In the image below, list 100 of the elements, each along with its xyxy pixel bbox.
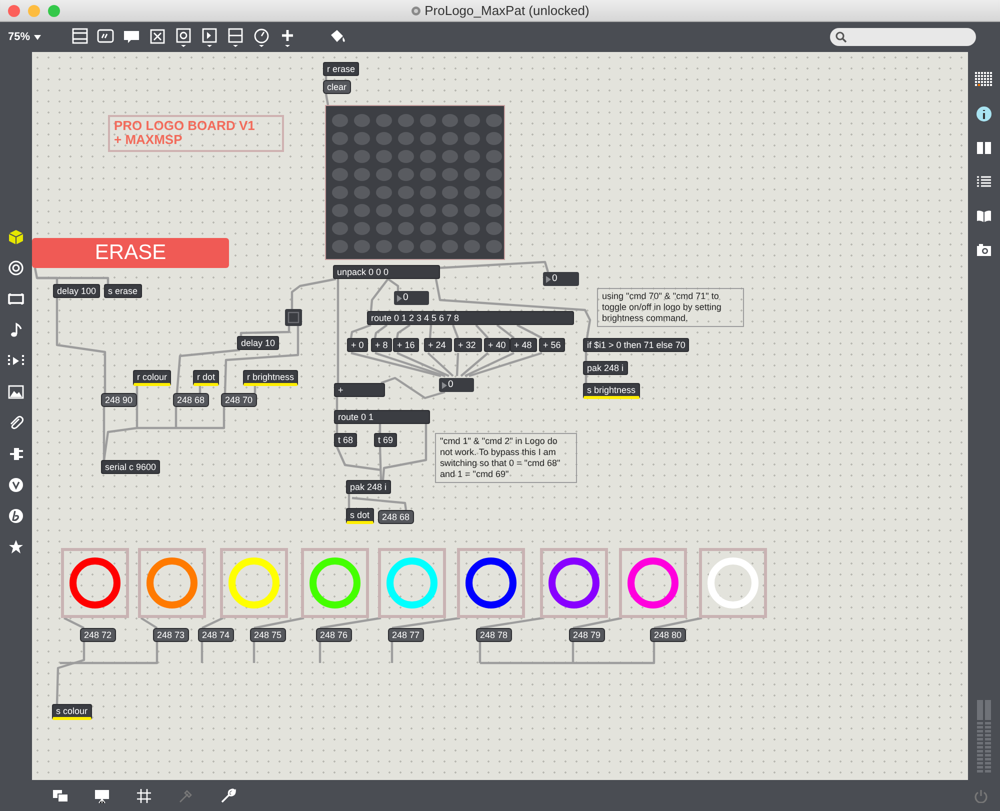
led-matrix[interactable] xyxy=(325,105,505,260)
object-box: r dot xyxy=(193,370,220,386)
object-box: s brightness xyxy=(583,383,640,399)
object-box: pak 248 i xyxy=(346,480,391,494)
colour-swatch[interactable] xyxy=(138,548,206,618)
message-box[interactable]: 248 74 xyxy=(198,628,234,642)
grid-icon[interactable] xyxy=(975,72,993,88)
patch-cord xyxy=(254,616,304,630)
object-box: r colour xyxy=(133,370,172,386)
image-icon[interactable] xyxy=(8,384,24,400)
caret-icon[interactable] xyxy=(34,34,42,40)
patch-cord xyxy=(428,324,432,338)
object-box: unpack 0 0 0 xyxy=(333,265,440,279)
search-field[interactable] xyxy=(830,28,976,46)
patch-cord xyxy=(320,616,382,630)
message-box[interactable]: 248 78 xyxy=(476,628,512,642)
colour-swatch[interactable] xyxy=(61,548,129,618)
message-box[interactable]: 248 73 xyxy=(153,628,189,642)
cube-icon[interactable] xyxy=(8,229,24,245)
colour-swatch[interactable] xyxy=(699,548,767,618)
object-box: t 69 xyxy=(374,433,398,447)
object-box: route 0 1 2 3 4 5 6 7 8 xyxy=(367,311,574,325)
message-box[interactable]: 248 72 xyxy=(80,628,116,642)
message-box[interactable]: 248 90 xyxy=(101,393,137,407)
columns-icon[interactable] xyxy=(976,140,992,156)
v-circle-icon[interactable] xyxy=(8,477,24,493)
book-icon[interactable] xyxy=(976,208,992,224)
music-note-icon[interactable] xyxy=(8,322,24,338)
object-box: delay 100 xyxy=(53,284,100,298)
comment: using "cmd 70" & "cmd 71" to toggle on/off in logo by setting brightness command. xyxy=(597,288,744,327)
search-icon xyxy=(835,31,847,43)
patch-cord xyxy=(324,94,330,106)
patch-cord xyxy=(370,278,400,312)
message-box[interactable]: 248 76 xyxy=(316,628,352,642)
b-circle-icon[interactable] xyxy=(8,508,24,524)
patch-cord xyxy=(392,616,460,630)
film-strip-icon[interactable] xyxy=(8,291,24,307)
colour-swatch[interactable] xyxy=(457,548,525,618)
patch-cord xyxy=(350,324,372,338)
document-icon xyxy=(410,6,421,16)
patch-cord xyxy=(584,375,588,383)
windows-icon[interactable] xyxy=(52,788,68,804)
object-box: + 16 xyxy=(393,338,419,352)
paperclip-icon[interactable] xyxy=(8,415,24,431)
colour-swatch[interactable] xyxy=(619,548,687,618)
grid-lines-icon[interactable] xyxy=(136,788,152,804)
wrench-icon[interactable] xyxy=(220,788,236,804)
object-box: + 8 xyxy=(371,338,392,352)
message-box[interactable]: 248 77 xyxy=(388,628,424,642)
list-icon[interactable] xyxy=(976,174,992,190)
colour-swatch[interactable] xyxy=(540,548,608,618)
patch-cord xyxy=(64,617,84,629)
colour-swatch[interactable] xyxy=(378,548,446,618)
message-box[interactable]: clear xyxy=(323,80,351,94)
object-box: r brightness xyxy=(243,370,298,386)
patch-cord xyxy=(584,352,588,361)
toggle[interactable] xyxy=(285,309,302,326)
target-icon[interactable] xyxy=(8,260,24,276)
object-box: s colour xyxy=(52,704,92,720)
number-box[interactable]: 0 xyxy=(439,378,474,392)
patch-cord xyxy=(336,397,338,410)
object-box: r erase xyxy=(323,62,360,76)
plug-icon[interactable] xyxy=(8,446,24,462)
triangle-icon xyxy=(397,294,402,302)
object-box: s erase xyxy=(104,284,142,298)
patch-cord xyxy=(140,617,158,629)
number-box[interactable]: 0 xyxy=(394,291,429,305)
object-box: route 0 1 xyxy=(334,410,430,424)
object-box: + 32 xyxy=(454,338,482,352)
object-box: + 24 xyxy=(424,338,452,352)
triangle-icon xyxy=(546,276,551,282)
message-box[interactable]: 248 75 xyxy=(250,628,286,642)
patch-cord xyxy=(480,616,544,630)
object-box: + 48 xyxy=(510,338,537,352)
patch-cord xyxy=(396,324,411,338)
colour-swatch[interactable] xyxy=(301,548,369,618)
star-icon[interactable] xyxy=(8,539,24,555)
object-box: + xyxy=(334,383,385,397)
comment: "cmd 1" & "cmd 2" in Logo do not work. To bypass this I am switching so that 0 = "cmd 68" and 1 = "cmd 69" xyxy=(435,433,577,483)
patch-cord xyxy=(654,616,702,630)
message-box[interactable]: 248 68 xyxy=(378,510,414,524)
camera-icon[interactable] xyxy=(976,242,992,258)
patch-cord xyxy=(324,76,328,80)
message-box[interactable]: 248 79 xyxy=(569,628,605,642)
message-box[interactable]: 248 68 xyxy=(173,393,209,407)
number-box[interactable]: 0 xyxy=(543,272,579,286)
object-box: s dot xyxy=(346,508,374,524)
message-box[interactable]: 248 70 xyxy=(221,393,257,407)
patch-cord xyxy=(374,324,388,338)
object-box: + 56 xyxy=(539,338,565,352)
object-box: + 40 xyxy=(484,338,510,352)
zoom-level[interactable]: 75% xyxy=(8,28,30,46)
window-title: ProLogo_MaxPat (unlocked) xyxy=(424,2,590,20)
presentation-icon[interactable] xyxy=(94,788,110,804)
message-box[interactable]: 248 80 xyxy=(650,628,686,642)
object-box: pak 248 i xyxy=(583,361,628,375)
info-icon[interactable] xyxy=(976,106,992,122)
object-box: + 0 xyxy=(347,338,368,352)
triangle-icon xyxy=(442,382,447,388)
colour-swatch[interactable] xyxy=(220,548,288,618)
